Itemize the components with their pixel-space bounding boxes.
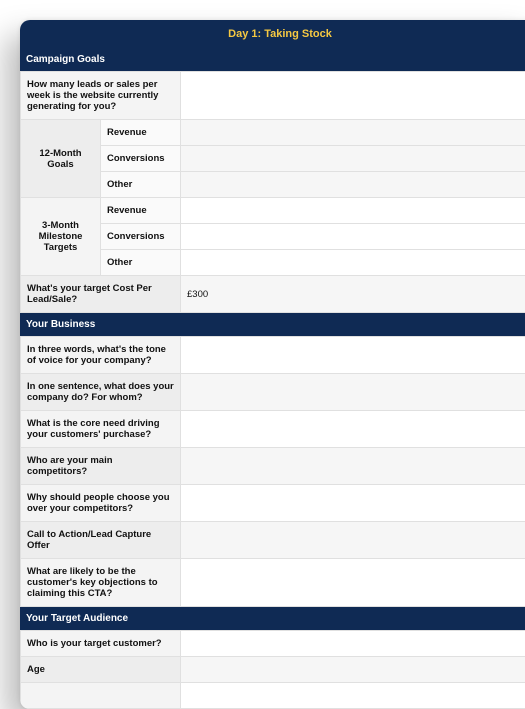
q-target-customer: Who is your target customer? — [21, 631, 181, 657]
q-objections: What are likely to be the customer's key… — [21, 559, 181, 607]
q-next — [21, 683, 181, 709]
v-age — [181, 657, 525, 683]
q-target-cost: What's your target Cost Per Lead/Sale? — [21, 276, 181, 313]
v-3m-revenue — [181, 198, 525, 224]
v-12m-other — [181, 172, 525, 198]
section-your-business: Your Business — [20, 313, 525, 336]
v-leads-per-week — [181, 72, 525, 120]
q-age: Age — [21, 657, 181, 683]
v-target-cost: £300 — [181, 276, 525, 313]
v-target-customer — [181, 631, 525, 657]
sub-3m-conversions: Conversions — [101, 224, 181, 250]
document-page: Day 1: Taking Stock Campaign Goals How m… — [20, 20, 525, 709]
v-12m-conversions — [181, 146, 525, 172]
section-target-audience: Your Target Audience — [20, 607, 525, 630]
v-cta — [181, 522, 525, 559]
q-competitors: Who are your main competitors? — [21, 448, 181, 485]
campaign-goals-table: How many leads or sales per week is the … — [20, 71, 525, 313]
sub-3m-revenue: Revenue — [101, 198, 181, 224]
v-competitors — [181, 448, 525, 485]
q-why-choose: Why should people choose you over your c… — [21, 485, 181, 522]
section-campaign-goals: Campaign Goals — [20, 48, 525, 71]
label-3-month-milestone: 3-Month Milestone Targets — [21, 198, 101, 276]
sub-12m-other: Other — [101, 172, 181, 198]
v-next — [181, 683, 525, 709]
v-3m-other — [181, 250, 525, 276]
v-tone — [181, 337, 525, 374]
q-leads-per-week: How many leads or sales per week is the … — [21, 72, 181, 120]
label-12-month-goals: 12-Month Goals — [21, 120, 101, 198]
v-objections — [181, 559, 525, 607]
page-title: Day 1: Taking Stock — [20, 20, 525, 48]
v-one-sentence — [181, 374, 525, 411]
target-audience-table: Who is your target customer? Age — [20, 630, 525, 709]
sub-3m-other: Other — [101, 250, 181, 276]
v-core-need — [181, 411, 525, 448]
sub-12m-revenue: Revenue — [101, 120, 181, 146]
your-business-table: In three words, what's the tone of voice… — [20, 336, 525, 607]
v-3m-conversions — [181, 224, 525, 250]
q-core-need: What is the core need driving your custo… — [21, 411, 181, 448]
v-why-choose — [181, 485, 525, 522]
v-12m-revenue — [181, 120, 525, 146]
sub-12m-conversions: Conversions — [101, 146, 181, 172]
q-cta: Call to Action/Lead Capture Offer — [21, 522, 181, 559]
q-one-sentence: In one sentence, what does your company … — [21, 374, 181, 411]
q-tone: In three words, what's the tone of voice… — [21, 337, 181, 374]
